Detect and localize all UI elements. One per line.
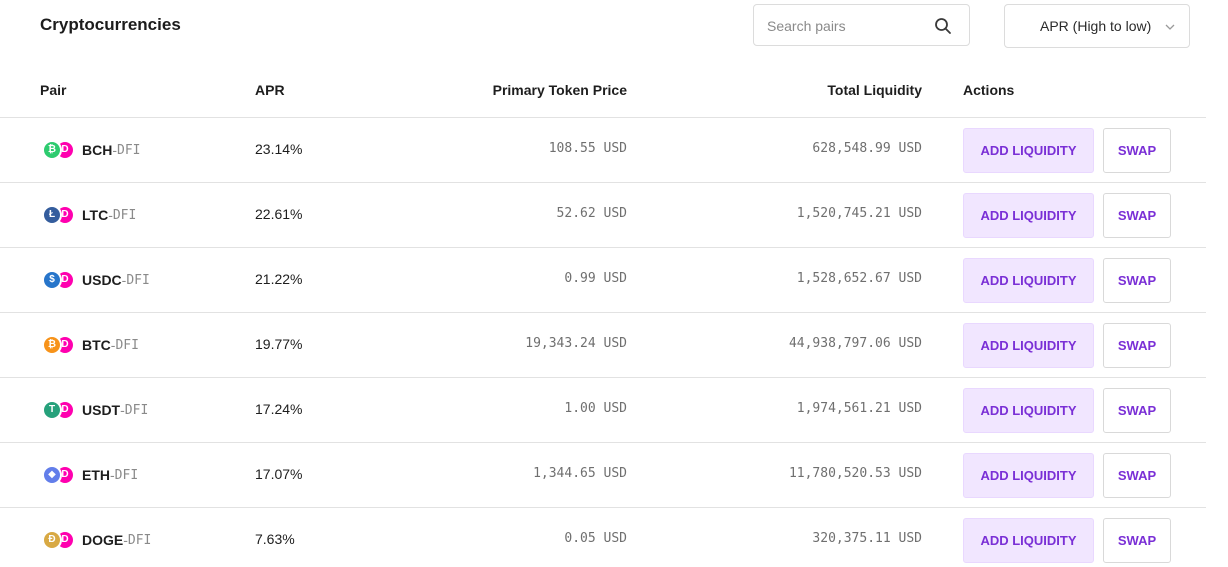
pair-cell: ₿ D BTC - DFI <box>42 335 139 355</box>
pair-cell: ◆ D ETH - DFI <box>42 465 138 485</box>
pair-icons: $ D <box>42 270 76 290</box>
search-box[interactable] <box>753 4 970 46</box>
pair-token: BTC <box>82 337 111 353</box>
primary-token-price: 1,344.65 USD <box>533 466 627 481</box>
pair-cell: Ð D DOGE - DFI <box>42 530 151 550</box>
table-header: Pair APR Primary Token Price Total Liqui… <box>0 72 1228 108</box>
total-liquidity: 44,938,797.06 USD <box>788 336 922 351</box>
total-liquidity: 1,528,652.67 USD <box>796 271 922 286</box>
primary-token-price: 19,343.24 USD <box>525 336 627 351</box>
pair-token: BCH <box>82 142 113 158</box>
pair-base: DFI <box>114 467 139 483</box>
apr-value: 17.07% <box>255 466 303 482</box>
pair-token: USDC <box>82 272 122 288</box>
pair-icons: T D <box>42 400 76 420</box>
swap-button[interactable]: SWAP <box>1103 258 1171 303</box>
add-liquidity-button[interactable]: ADD LIQUIDITY <box>963 323 1094 368</box>
pair-cell: Ł D LTC - DFI <box>42 205 136 225</box>
total-liquidity: 1,520,745.21 USD <box>796 206 922 221</box>
pair-token: USDT <box>82 402 121 418</box>
primary-token-price: 52.62 USD <box>556 206 627 221</box>
table-row: Ł D LTC - DFI 22.61% 52.62 USD 1,520,745.2… <box>0 182 1206 248</box>
pair-token: DOGE <box>82 532 124 548</box>
pair-cell: $ D USDC - DFI <box>42 270 150 290</box>
search-input[interactable] <box>767 15 927 37</box>
column-header-liquidity: Total Liquidity <box>827 82 922 98</box>
swap-button[interactable]: SWAP <box>1103 388 1171 433</box>
total-liquidity: 320,375.11 USD <box>812 531 922 546</box>
table-row: T D USDT - DFI 17.24% 1.00 USD 1,974,561.2… <box>0 377 1206 443</box>
pair-icons: ◆ D <box>42 465 76 485</box>
usdc-icon: $ <box>42 270 62 290</box>
pair-base: DFI <box>112 207 137 223</box>
swap-button[interactable]: SWAP <box>1103 128 1171 173</box>
primary-token-price: 1.00 USD <box>564 401 627 416</box>
column-header-apr: APR <box>255 82 285 98</box>
pair-base: DFI <box>115 337 139 353</box>
pair-icons: ₿ D <box>42 335 76 355</box>
apr-value: 22.61% <box>255 206 303 222</box>
column-header-pair: Pair <box>40 82 67 98</box>
swap-button[interactable]: SWAP <box>1103 323 1171 368</box>
eth-icon: ◆ <box>42 465 62 485</box>
apr-value: 17.24% <box>255 401 303 417</box>
pool-pairs-page: Cryptocurrencies APR (High to low) Pair … <box>0 0 1228 567</box>
add-liquidity-button[interactable]: ADD LIQUIDITY <box>963 453 1094 498</box>
apr-value: 19.77% <box>255 336 303 352</box>
btc-icon: ₿ <box>42 335 62 355</box>
table-row: ₿ D BTC - DFI 19.77% 19,343.24 USD 44,938,… <box>0 312 1206 378</box>
pair-cell: ₿ D BCH - DFI <box>42 140 141 160</box>
pair-cell: T D USDT - DFI <box>42 400 148 420</box>
page-title: Cryptocurrencies <box>40 15 181 34</box>
usdt-icon: T <box>42 400 62 420</box>
bch-icon: ₿ <box>42 140 62 160</box>
swap-button[interactable]: SWAP <box>1103 518 1171 563</box>
doge-icon: Ð <box>42 530 62 550</box>
pair-icons: ₿ D <box>42 140 76 160</box>
primary-token-price: 0.05 USD <box>564 531 627 546</box>
pair-base: DFI <box>124 402 149 418</box>
primary-token-price: 108.55 USD <box>548 141 627 156</box>
pair-token: LTC <box>82 207 109 223</box>
swap-button[interactable]: SWAP <box>1103 453 1171 498</box>
total-liquidity: 11,780,520.53 USD <box>788 466 922 481</box>
add-liquidity-button[interactable]: ADD LIQUIDITY <box>963 518 1094 563</box>
pair-base: DFI <box>127 532 152 548</box>
apr-value: 21.22% <box>255 271 303 287</box>
pair-icons: Ł D <box>42 205 76 225</box>
add-liquidity-button[interactable]: ADD LIQUIDITY <box>963 258 1094 303</box>
add-liquidity-button[interactable]: ADD LIQUIDITY <box>963 193 1094 238</box>
apr-value: 7.63% <box>255 531 295 547</box>
table-row: ◆ D ETH - DFI 17.07% 1,344.65 USD 11,780,5… <box>0 442 1206 508</box>
ltc-icon: Ł <box>42 205 62 225</box>
column-header-actions: Actions <box>963 82 1015 98</box>
pair-base: DFI <box>117 142 141 158</box>
total-liquidity: 628,548.99 USD <box>812 141 922 156</box>
total-liquidity: 1,974,561.21 USD <box>796 401 922 416</box>
chevron-down-icon <box>1165 24 1175 30</box>
sort-selected-label: APR (High to low) <box>1040 18 1152 34</box>
table-row: $ D USDC - DFI 21.22% 0.99 USD 1,528,652.6… <box>0 247 1206 313</box>
pair-token: ETH <box>82 467 110 483</box>
pair-base: DFI <box>126 272 150 288</box>
apr-value: 23.14% <box>255 141 303 157</box>
column-header-price: Primary Token Price <box>492 82 627 98</box>
add-liquidity-button[interactable]: ADD LIQUIDITY <box>963 388 1094 433</box>
primary-token-price: 0.99 USD <box>564 271 627 286</box>
sort-select[interactable]: APR (High to low) <box>1004 4 1190 48</box>
table-row: ₿ D BCH - DFI 23.14% 108.55 USD 628,548.99… <box>0 117 1206 183</box>
search-icon[interactable] <box>934 17 952 35</box>
swap-button[interactable]: SWAP <box>1103 193 1171 238</box>
pair-icons: Ð D <box>42 530 76 550</box>
table-row: Ð D DOGE - DFI 7.63% 0.05 USD 320,375.11 U… <box>0 507 1206 567</box>
add-liquidity-button[interactable]: ADD LIQUIDITY <box>963 128 1094 173</box>
